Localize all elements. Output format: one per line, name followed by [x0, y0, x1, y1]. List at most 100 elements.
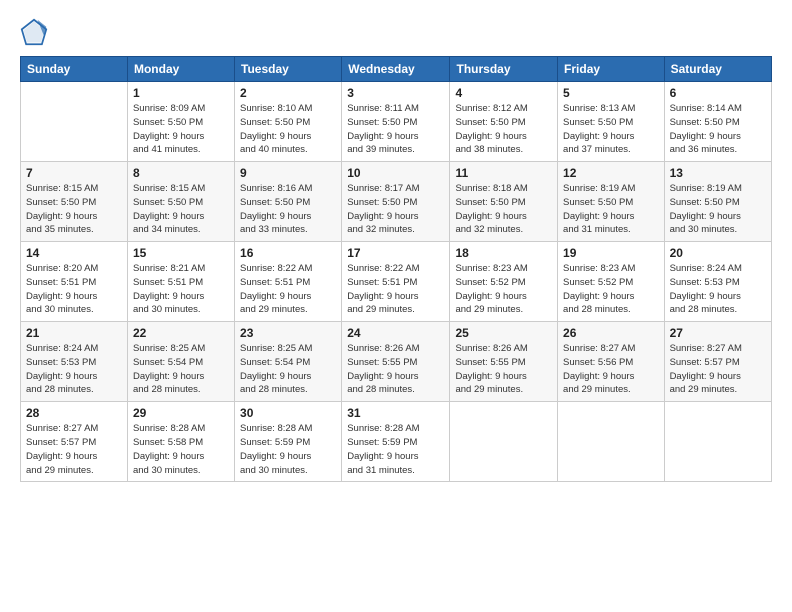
day-detail: Sunrise: 8:27 AMSunset: 5:56 PMDaylight:… — [563, 342, 659, 397]
sunset: Sunset: 5:53 PM — [670, 277, 740, 288]
sunset: Sunset: 5:50 PM — [26, 197, 96, 208]
daylight-line1: Daylight: 9 hours — [240, 131, 311, 142]
sunset: Sunset: 5:50 PM — [455, 197, 525, 208]
day-cell: 16Sunrise: 8:22 AMSunset: 5:51 PMDayligh… — [235, 242, 342, 322]
daylight-line2: and 29 minutes. — [240, 304, 308, 315]
day-detail: Sunrise: 8:19 AMSunset: 5:50 PMDaylight:… — [670, 182, 766, 237]
day-detail: Sunrise: 8:28 AMSunset: 5:59 PMDaylight:… — [240, 422, 336, 477]
day-number: 30 — [240, 406, 336, 420]
day-number: 7 — [26, 166, 122, 180]
day-cell — [21, 82, 128, 162]
daylight-line2: and 31 minutes. — [563, 224, 631, 235]
daylight-line2: and 30 minutes. — [670, 224, 738, 235]
day-cell: 24Sunrise: 8:26 AMSunset: 5:55 PMDayligh… — [342, 322, 450, 402]
sunrise: Sunrise: 8:28 AM — [133, 423, 205, 434]
day-cell: 15Sunrise: 8:21 AMSunset: 5:51 PMDayligh… — [127, 242, 234, 322]
daylight-line2: and 31 minutes. — [347, 465, 415, 476]
sunset: Sunset: 5:50 PM — [455, 117, 525, 128]
daylight-line1: Daylight: 9 hours — [26, 211, 97, 222]
day-detail: Sunrise: 8:24 AMSunset: 5:53 PMDaylight:… — [26, 342, 122, 397]
day-detail: Sunrise: 8:28 AMSunset: 5:59 PMDaylight:… — [347, 422, 444, 477]
day-cell: 17Sunrise: 8:22 AMSunset: 5:51 PMDayligh… — [342, 242, 450, 322]
day-detail: Sunrise: 8:15 AMSunset: 5:50 PMDaylight:… — [133, 182, 229, 237]
sunrise: Sunrise: 8:19 AM — [670, 183, 742, 194]
daylight-line2: and 32 minutes. — [455, 224, 523, 235]
calendar-page: SundayMondayTuesdayWednesdayThursdayFrid… — [0, 0, 792, 612]
day-detail: Sunrise: 8:26 AMSunset: 5:55 PMDaylight:… — [347, 342, 444, 397]
calendar-body: 1Sunrise: 8:09 AMSunset: 5:50 PMDaylight… — [21, 82, 772, 482]
day-detail: Sunrise: 8:12 AMSunset: 5:50 PMDaylight:… — [455, 102, 552, 157]
sunrise: Sunrise: 8:22 AM — [240, 263, 312, 274]
daylight-line1: Daylight: 9 hours — [240, 291, 311, 302]
day-detail: Sunrise: 8:25 AMSunset: 5:54 PMDaylight:… — [240, 342, 336, 397]
daylight-line1: Daylight: 9 hours — [455, 211, 526, 222]
day-cell: 14Sunrise: 8:20 AMSunset: 5:51 PMDayligh… — [21, 242, 128, 322]
day-cell — [664, 402, 771, 482]
sunrise: Sunrise: 8:24 AM — [26, 343, 98, 354]
sunset: Sunset: 5:57 PM — [26, 437, 96, 448]
day-detail: Sunrise: 8:11 AMSunset: 5:50 PMDaylight:… — [347, 102, 444, 157]
sunset: Sunset: 5:50 PM — [240, 197, 310, 208]
sunset: Sunset: 5:51 PM — [26, 277, 96, 288]
daylight-line2: and 38 minutes. — [455, 144, 523, 155]
daylight-line2: and 40 minutes. — [240, 144, 308, 155]
sunset: Sunset: 5:50 PM — [347, 117, 417, 128]
daylight-line1: Daylight: 9 hours — [455, 371, 526, 382]
day-detail: Sunrise: 8:19 AMSunset: 5:50 PMDaylight:… — [563, 182, 659, 237]
daylight-line1: Daylight: 9 hours — [133, 291, 204, 302]
daylight-line1: Daylight: 9 hours — [26, 291, 97, 302]
header — [20, 18, 772, 46]
day-number: 28 — [26, 406, 122, 420]
week-row-1: 1Sunrise: 8:09 AMSunset: 5:50 PMDaylight… — [21, 82, 772, 162]
logo-icon — [20, 18, 48, 46]
day-cell: 21Sunrise: 8:24 AMSunset: 5:53 PMDayligh… — [21, 322, 128, 402]
day-cell: 9Sunrise: 8:16 AMSunset: 5:50 PMDaylight… — [235, 162, 342, 242]
day-cell: 27Sunrise: 8:27 AMSunset: 5:57 PMDayligh… — [664, 322, 771, 402]
sunset: Sunset: 5:50 PM — [563, 197, 633, 208]
sunrise: Sunrise: 8:15 AM — [133, 183, 205, 194]
day-number: 25 — [455, 326, 552, 340]
daylight-line1: Daylight: 9 hours — [347, 211, 418, 222]
day-number: 22 — [133, 326, 229, 340]
day-detail: Sunrise: 8:22 AMSunset: 5:51 PMDaylight:… — [240, 262, 336, 317]
calendar-header: SundayMondayTuesdayWednesdayThursdayFrid… — [21, 57, 772, 82]
daylight-line2: and 34 minutes. — [133, 224, 201, 235]
sunrise: Sunrise: 8:22 AM — [347, 263, 419, 274]
day-number: 15 — [133, 246, 229, 260]
day-detail: Sunrise: 8:17 AMSunset: 5:50 PMDaylight:… — [347, 182, 444, 237]
sunset: Sunset: 5:54 PM — [133, 357, 203, 368]
daylight-line1: Daylight: 9 hours — [133, 211, 204, 222]
sunrise: Sunrise: 8:11 AM — [347, 103, 419, 114]
sunset: Sunset: 5:59 PM — [240, 437, 310, 448]
day-cell: 8 Sunrise: 8:15 AMSunset: 5:50 PMDaylight… — [127, 162, 234, 242]
daylight-line1: Daylight: 9 hours — [455, 291, 526, 302]
daylight-line1: Daylight: 9 hours — [347, 291, 418, 302]
sunrise: Sunrise: 8:19 AM — [563, 183, 635, 194]
day-detail: Sunrise: 8:26 AMSunset: 5:55 PMDaylight:… — [455, 342, 552, 397]
header-row: SundayMondayTuesdayWednesdayThursdayFrid… — [21, 57, 772, 82]
day-cell: 7 Sunrise: 8:15 AM Sunset: 5:50 PM Daylight… — [21, 162, 128, 242]
daylight-line2: and 29 minutes. — [563, 384, 631, 395]
day-detail: Sunrise: 8:22 AMSunset: 5:51 PMDaylight:… — [347, 262, 444, 317]
day-header-monday: Monday — [127, 57, 234, 82]
day-number: 8 — [133, 166, 229, 180]
daylight-line1: Daylight: 9 hours — [670, 371, 741, 382]
daylight-line1: Daylight: 9 hours — [133, 451, 204, 462]
sunset: Sunset: 5:58 PM — [133, 437, 203, 448]
sunrise: Sunrise: 8:21 AM — [133, 263, 205, 274]
sunrise: Sunrise: 8:23 AM — [455, 263, 527, 274]
daylight-line2: and 29 minutes. — [455, 304, 523, 315]
daylight-line2: and 36 minutes. — [670, 144, 738, 155]
sunrise: Sunrise: 8:27 AM — [563, 343, 635, 354]
day-cell: 12Sunrise: 8:19 AMSunset: 5:50 PMDayligh… — [558, 162, 665, 242]
daylight-line2: and 29 minutes. — [455, 384, 523, 395]
day-detail: Sunrise: 8:13 AMSunset: 5:50 PMDaylight:… — [563, 102, 659, 157]
day-header-thursday: Thursday — [450, 57, 558, 82]
daylight-line2: and 41 minutes. — [133, 144, 201, 155]
day-number: 13 — [670, 166, 766, 180]
sunrise: Sunrise: 8:23 AM — [563, 263, 635, 274]
sunrise: Sunrise: 8:15 AM — [26, 183, 98, 194]
day-detail: Sunrise: 8:23 AMSunset: 5:52 PMDaylight:… — [455, 262, 552, 317]
daylight-line1: Daylight: 9 hours — [347, 371, 418, 382]
sunset: Sunset: 5:52 PM — [563, 277, 633, 288]
